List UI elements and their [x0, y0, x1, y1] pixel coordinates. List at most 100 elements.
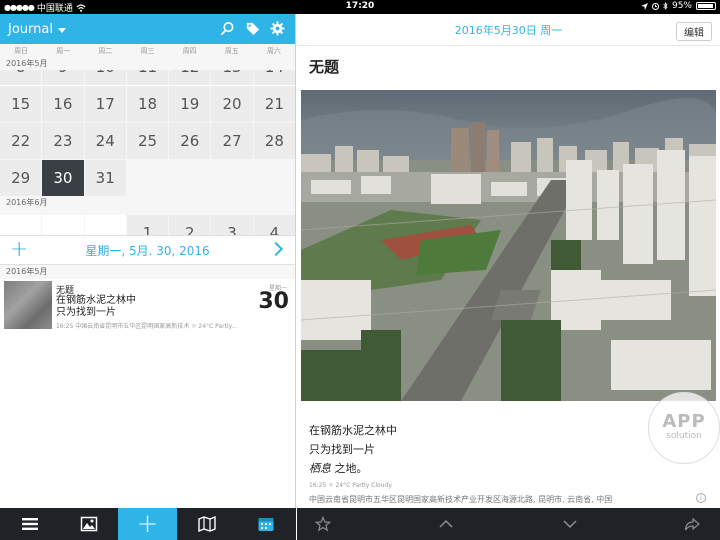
calendar-day[interactable]: 20: [211, 86, 253, 122]
calendar-day[interactable]: 13: [211, 70, 253, 85]
calendar-day[interactable]: 31: [84, 160, 126, 196]
entry-time-weather: 16:25 ☼ 24°C Partly Cloudy: [309, 482, 392, 489]
status-bar: ●●●●● 中国联通 17:20 95%: [0, 0, 720, 14]
calendar-day[interactable]: 17: [84, 86, 126, 122]
battery-icon: [696, 2, 716, 10]
weekday-label: 周六: [266, 47, 281, 55]
calendar-view-button[interactable]: [236, 508, 295, 540]
calendar-day[interactable]: 29: [0, 160, 42, 196]
calendar-day-empty: [84, 215, 126, 235]
weekday-label: 周日: [14, 47, 29, 55]
calendar-day[interactable]: 28: [253, 123, 295, 159]
tag-icon[interactable]: [245, 21, 260, 36]
calendar-day[interactable]: 15: [0, 86, 42, 122]
calendar-day[interactable]: 2: [169, 215, 211, 235]
chevron-down-icon[interactable]: [562, 516, 578, 532]
calendar-day[interactable]: 19: [169, 86, 211, 122]
calendar-day[interactable]: 10: [84, 70, 126, 85]
chevron-down-icon: [57, 27, 66, 33]
journal-topbar: Journal: [0, 14, 295, 44]
photos-icon: [80, 516, 97, 532]
entry-line: 在钢筋水泥之林中: [56, 295, 136, 306]
battery-percent: 95%: [671, 1, 692, 11]
calendar-day[interactable]: 8: [0, 70, 42, 85]
calendar-day[interactable]: 23: [42, 123, 84, 159]
list-icon: [21, 518, 38, 530]
entry-photo[interactable]: [301, 90, 716, 401]
calendar-day[interactable]: 9: [42, 70, 84, 85]
weekday-label: 周五: [224, 47, 239, 55]
calendar-row-partial: 8 9 10 11 12 13 14: [0, 70, 295, 85]
month-label-june: 2016年6月: [0, 196, 295, 209]
calendar-day[interactable]: 27: [211, 123, 253, 159]
weekday-label: 周四: [182, 47, 197, 55]
entry-address: 中国云南省昆明市五华区昆明国家高新技术产业开发区海源北路, 昆明市, 云南省, …: [309, 495, 613, 504]
journal-switcher[interactable]: Journal: [8, 22, 66, 37]
star-icon[interactable]: [315, 516, 331, 532]
add-icon[interactable]: +: [118, 508, 177, 540]
entry-line: 只为找到一片: [56, 307, 116, 318]
entry-preview: 在钢筋水泥之林中 只为找到一片: [56, 295, 136, 319]
alarm-icon: [651, 2, 659, 10]
calendar-day-selected[interactable]: 30: [42, 160, 84, 196]
calendar-day[interactable]: 4: [253, 215, 295, 235]
month-label-may: 2016年5月: [0, 58, 295, 70]
weekday-header: 周日 周一 周二 周三 周四 周五 周六: [0, 44, 295, 58]
calendar-day-empty: [211, 160, 253, 196]
calendar-day-empty: [169, 160, 211, 196]
watermark-logo: APP solution: [648, 392, 720, 464]
add-entry-icon[interactable]: +: [10, 239, 28, 261]
calendar-day-empty: [0, 215, 42, 235]
edit-button[interactable]: 编辑: [676, 22, 712, 41]
photos-view-button[interactable]: [59, 508, 118, 540]
watermark-text: APP: [662, 411, 706, 432]
bluetooth-icon: [663, 2, 668, 10]
selected-date-bar: + 星期一, 5月. 30, 2016: [0, 235, 295, 265]
calendar-day[interactable]: 26: [169, 123, 211, 159]
search-icon[interactable]: [220, 21, 235, 36]
calendar-day[interactable]: 21: [253, 86, 295, 122]
entry-body-emphasis: 栖息: [309, 462, 331, 475]
calendar-day[interactable]: 12: [169, 70, 211, 85]
entry-meta: 16:25 中国云南省昆明市五华区昆明国家高新技术 ☼ 24°C Partly.…: [56, 323, 238, 330]
list-item[interactable]: 无题 在钢筋水泥之林中 只为找到一片 16:25 中国云南省昆明市五华区昆明国家…: [0, 279, 295, 333]
calendar-day[interactable]: 11: [126, 70, 169, 85]
calendar-day-empty: [42, 215, 84, 235]
watermark-subtext: solution: [666, 431, 702, 441]
status-time: 17:20: [345, 1, 375, 11]
topbar-actions: [220, 21, 285, 36]
gear-icon[interactable]: [270, 21, 285, 36]
list-view-button[interactable]: [0, 508, 59, 540]
entry-date-header: 2016年5月30日 周一 编辑: [297, 14, 720, 46]
entry-thumbnail: [4, 281, 52, 329]
calendar-day[interactable]: 25: [126, 123, 169, 159]
calendar-day-empty: [253, 160, 295, 196]
entry-body-line: 只为找到一片: [309, 443, 375, 456]
chevron-right-icon[interactable]: [268, 241, 284, 257]
app-title: Journal: [8, 21, 53, 37]
selected-date-text: 星期一, 5月. 30, 2016: [85, 243, 210, 258]
bottom-toolbar-right: [297, 508, 720, 540]
city-photo: [301, 90, 716, 401]
info-icon[interactable]: i: [696, 493, 706, 503]
calendar-day[interactable]: 3: [211, 215, 253, 235]
calendar-day[interactable]: 14: [253, 70, 295, 85]
chevron-up-icon[interactable]: [438, 516, 454, 532]
calendar-grid-may: 15 16 17 18 19 20 21 22 23 24 25 26 27 2…: [0, 86, 295, 196]
map-view-button[interactable]: [177, 508, 236, 540]
entry-body: 在钢筋水泥之林中 只为找到一片 栖息 之地。: [309, 421, 397, 478]
calendar-day[interactable]: 1: [126, 215, 169, 235]
calendar-grid-june: 1 2 3 4: [0, 209, 295, 235]
calendar-day[interactable]: 18: [126, 86, 169, 122]
calendar-day[interactable]: 22: [0, 123, 42, 159]
calendar-day[interactable]: 16: [42, 86, 84, 122]
bottom-toolbar-left: +: [0, 508, 296, 540]
calendar-day[interactable]: 24: [84, 123, 126, 159]
entry-body-line: 栖息 之地。: [309, 459, 397, 478]
share-icon[interactable]: [684, 516, 700, 532]
entry-date: 2016年5月30日 周一: [454, 23, 563, 37]
entry-body-line: 在钢筋水泥之林中: [309, 424, 397, 437]
calendar-icon: [258, 518, 273, 531]
entries-month-label: 2016年5月: [0, 265, 295, 279]
entry-heading: 无题: [309, 58, 340, 76]
